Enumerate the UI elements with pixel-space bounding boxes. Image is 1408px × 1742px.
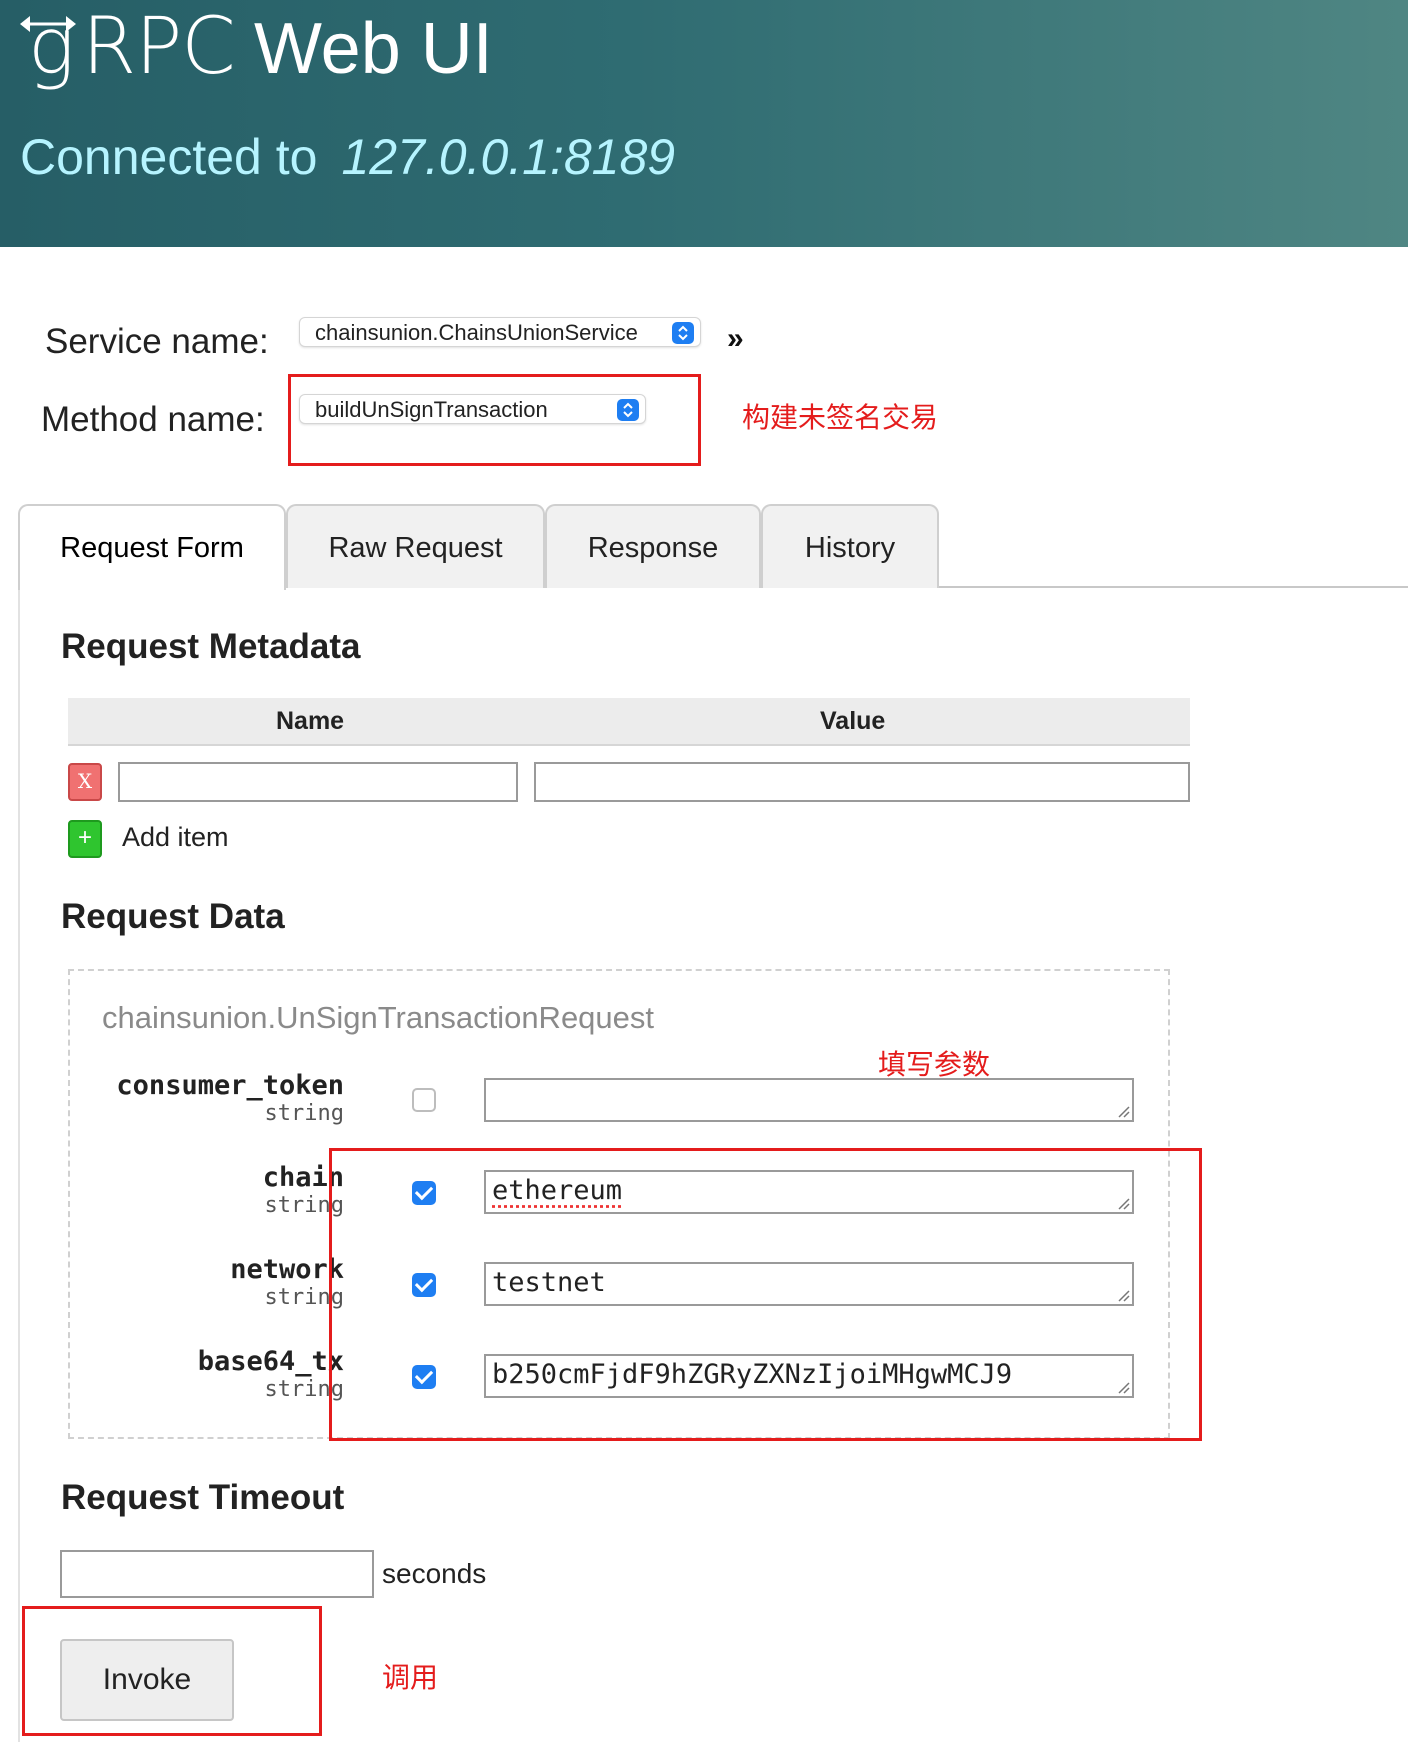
tab-raw-request[interactable]: Raw Request bbox=[286, 504, 545, 588]
field-type-consumer-token: string bbox=[264, 1101, 344, 1126]
field-name-base64-tx: base64_tx bbox=[197, 1346, 344, 1377]
message-type-name: chainsunion.UnSignTransactionRequest bbox=[102, 1000, 655, 1035]
request-metadata-title: Request Metadata bbox=[61, 627, 361, 666]
annotation-box-method bbox=[288, 374, 701, 466]
tab-history[interactable]: History bbox=[761, 504, 939, 588]
metadata-col-name: Name bbox=[276, 707, 345, 735]
connected-label: Connected to bbox=[20, 129, 318, 185]
metadata-table-header: Name Value bbox=[68, 698, 1190, 746]
metadata-value-input[interactable] bbox=[534, 762, 1190, 802]
app-title: Web UI bbox=[254, 9, 493, 89]
add-item-label[interactable]: Add item bbox=[122, 822, 229, 853]
resize-handle-icon[interactable] bbox=[1118, 1106, 1130, 1118]
add-item-button[interactable]: + bbox=[68, 820, 102, 858]
panel-border bbox=[18, 586, 20, 1742]
remove-metadata-button[interactable]: X bbox=[68, 763, 102, 801]
logo-rpc: RPC bbox=[82, 2, 236, 92]
tab-request-form[interactable]: Request Form bbox=[18, 504, 286, 590]
expand-chevron-icon[interactable]: » bbox=[727, 322, 744, 356]
service-select[interactable]: chainsunion.ChainsUnionService bbox=[299, 317, 701, 347]
annotation-method-note: 构建未签名交易 bbox=[742, 401, 939, 434]
metadata-name-input[interactable] bbox=[118, 762, 518, 802]
annotation-invoke-note: 调用 bbox=[382, 1661, 439, 1694]
field-name-network: network bbox=[230, 1254, 344, 1285]
metadata-col-value: Value bbox=[820, 707, 886, 735]
tab-response[interactable]: Response bbox=[545, 504, 761, 588]
connection-status: Connected to 127.0.0.1:8189 bbox=[20, 128, 675, 186]
select-caret-icon bbox=[672, 322, 694, 344]
field-input-consumer-token[interactable] bbox=[484, 1078, 1134, 1122]
request-timeout-title: Request Timeout bbox=[61, 1478, 345, 1517]
method-name-label: Method name: bbox=[41, 400, 265, 439]
field-name-consumer-token: consumer_token bbox=[116, 1070, 344, 1101]
annotation-params-note: 填写参数 bbox=[878, 1048, 991, 1081]
logo-letter-g: g bbox=[28, 2, 75, 92]
request-data-title: Request Data bbox=[61, 897, 285, 936]
timeout-unit-label: seconds bbox=[382, 1558, 487, 1589]
field-checkbox-consumer-token[interactable] bbox=[412, 1088, 436, 1112]
annotation-box-invoke bbox=[22, 1606, 322, 1736]
server-address: 127.0.0.1:8189 bbox=[341, 129, 676, 185]
timeout-input[interactable] bbox=[60, 1550, 374, 1598]
service-select-value: chainsunion.ChainsUnionService bbox=[315, 320, 638, 345]
app-header: g RPC Web UI Connected to 127.0.0.1:8189 bbox=[0, 0, 1408, 247]
annotation-box-params bbox=[329, 1148, 1202, 1441]
service-name-label: Service name: bbox=[45, 322, 269, 361]
